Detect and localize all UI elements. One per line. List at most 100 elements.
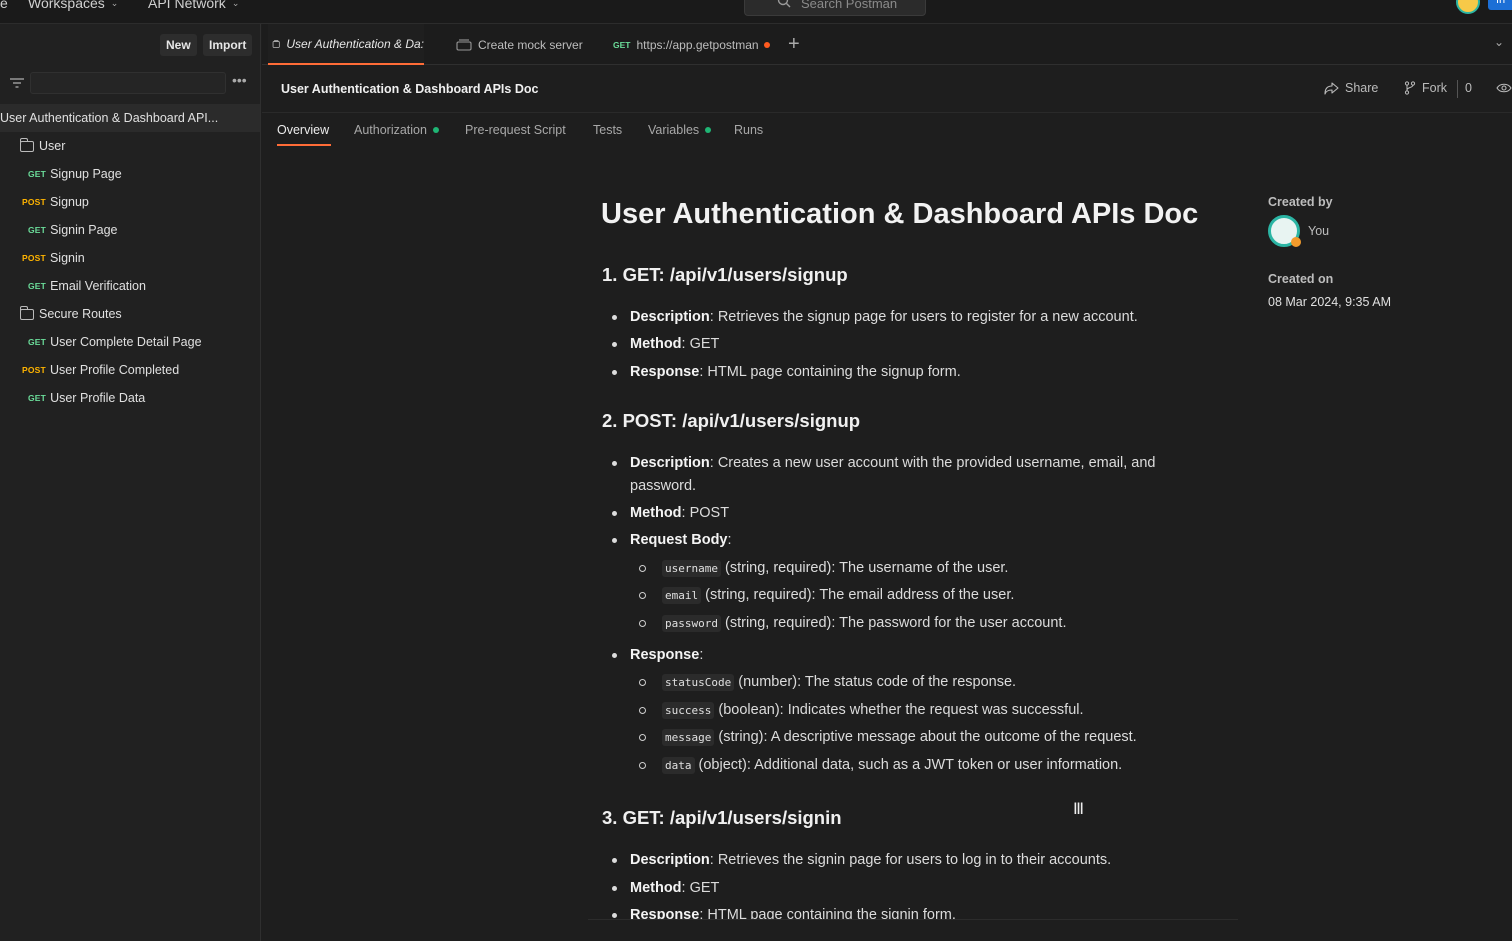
new-button[interactable]: New: [160, 34, 197, 56]
list-item: message (string): A descriptive message …: [639, 726, 1137, 749]
list-item: email (string, required): The email addr…: [638, 584, 1014, 607]
sidebar-item-signin[interactable]: POST Signin: [0, 244, 260, 272]
section-heading: 3. GET: /api/v1/users/signin: [602, 807, 842, 828]
invite-button[interactable]: In: [1488, 0, 1512, 10]
fork-button[interactable]: Fork: [1404, 81, 1447, 95]
more-options-icon[interactable]: •••: [232, 72, 250, 90]
workspaces-label: Workspaces: [28, 0, 105, 11]
tab-label: User Authentication & Da:: [286, 36, 424, 51]
api-network-label: API Network: [148, 0, 226, 11]
tab-runs[interactable]: Runs: [734, 123, 763, 137]
fork-icon: [1404, 81, 1416, 95]
section-heading: 2. POST: /api/v1/users/signup: [602, 410, 861, 431]
method-badge: GET: [28, 169, 47, 179]
method-badge: GET: [28, 337, 47, 347]
tab-create-mock-server[interactable]: Create mock server: [456, 24, 596, 65]
fork-count: 0: [1465, 81, 1472, 95]
tab-collection-overview[interactable]: User Authentication & Da:: [268, 24, 424, 65]
list-item: data (object): Additional data, such as …: [638, 754, 1122, 777]
sidebar-folder-secure-routes[interactable]: Secure Routes: [0, 300, 260, 328]
chevron-down-icon: ⌄: [231, 0, 240, 8]
share-icon: [1324, 81, 1339, 95]
doc-title: User Authentication & Dashboard APIs Doc: [601, 198, 1199, 230]
tab-label: Variables: [648, 123, 700, 137]
share-button[interactable]: Share: [1324, 81, 1378, 95]
tab-label: Runs: [734, 123, 764, 137]
tab-label: Pre-request Script: [465, 123, 566, 137]
mock-server-icon: [456, 38, 472, 51]
fork-label: Fork: [1422, 81, 1447, 95]
filter-icon[interactable]: [10, 78, 24, 90]
list-item: password (string, required): The passwor…: [638, 612, 1066, 635]
method-badge: GET: [613, 39, 631, 50]
list-item: Method: GET: [612, 877, 1190, 900]
method-badge: GET: [28, 281, 47, 291]
documentation-content: User Authentication & Dashboard APIs Doc…: [588, 160, 1238, 920]
unsaved-indicator: [764, 41, 771, 48]
plus-icon[interactable]: +: [788, 33, 800, 56]
collection-tree: User Authentication & Dashboard API... U…: [0, 104, 260, 412]
chevron-down-icon: ⌄: [110, 0, 119, 8]
list-item: username (string, required): The usernam…: [638, 557, 1008, 580]
search-placeholder: Search Postman: [801, 0, 898, 11]
status-dot: [432, 127, 439, 133]
tab-tests[interactable]: Tests: [593, 123, 622, 137]
workspaces-menu[interactable]: Workspaces ⌄: [28, 0, 118, 11]
sidebar-item-user-complete-detail-page[interactable]: GET User Complete Detail Page: [0, 328, 260, 356]
sidebar-item-signup[interactable]: POST Signup: [0, 188, 260, 216]
sidebar-item-email-verification[interactable]: GET Email Verification: [0, 272, 260, 300]
sidebar-search-input[interactable]: [30, 72, 226, 94]
home-link[interactable]: e: [0, 0, 8, 11]
tab-overview[interactable]: Overview: [277, 123, 329, 137]
top-bar: e Workspaces ⌄ API Network ⌄ Search Post…: [0, 0, 1512, 24]
folder-icon: [20, 305, 34, 320]
sidebar: New Import ••• User Authentication & Das…: [0, 24, 261, 941]
collection-subtabs: Overview Authorization Pre-request Scrip…: [262, 113, 1512, 149]
sidebar-item-label: Signup Page: [50, 167, 122, 181]
created-by-label: Created by: [1268, 195, 1333, 209]
share-label: Share: [1345, 81, 1379, 95]
created-on-label: Created on: [1268, 272, 1334, 286]
list-item: Description: Retrieves the signin page f…: [612, 849, 1190, 872]
method-badge: POST: [22, 197, 46, 207]
sidebar-folder-user[interactable]: User: [0, 132, 260, 160]
list-item: Request Body:: [612, 529, 1190, 552]
tab-authorization[interactable]: Authorization: [354, 123, 439, 137]
tab-label: Create mock server: [478, 37, 583, 52]
list-item: Response: HTML page containing the signi…: [612, 904, 1190, 919]
method-badge: POST: [22, 365, 46, 375]
folder-icon: [20, 137, 34, 152]
list-item: Response:: [612, 644, 1190, 667]
tab-label: Authorization: [354, 123, 427, 137]
active-tab-indicator: [277, 144, 331, 146]
tab-pre-request-script[interactable]: Pre-request Script: [465, 123, 566, 137]
tab-get-request[interactable]: GET https://app.getpostman: [613, 24, 773, 65]
method-badge: POST: [22, 253, 46, 263]
sidebar-item-signin-page[interactable]: GET Signin Page: [0, 216, 260, 244]
sidebar-item-user-profile-completed[interactable]: POST User Profile Completed: [0, 356, 260, 384]
api-network-menu[interactable]: API Network ⌄: [148, 0, 239, 11]
sidebar-item-label: Signup: [49, 195, 89, 209]
collection-root[interactable]: User Authentication & Dashboard API...: [0, 104, 260, 132]
watch-eye-icon[interactable]: [1496, 82, 1512, 94]
collection-root-label: User Authentication & Dashboard API...: [0, 111, 219, 125]
list-item: Method: POST: [612, 502, 1190, 525]
user-avatar[interactable]: [1456, 0, 1480, 14]
creator-avatar[interactable]: [1268, 215, 1301, 247]
tab-label: Overview: [277, 123, 330, 137]
sidebar-item-label: Secure Routes: [39, 307, 122, 321]
tab-variables[interactable]: Variables: [648, 123, 712, 137]
tab-label: Tests: [593, 123, 623, 137]
sidebar-item-user-profile-data[interactable]: GET User Profile Data: [0, 384, 260, 412]
list-item: statusCode (number): The status code of …: [638, 671, 1016, 694]
sidebar-item-signup-page[interactable]: GET Signup Page: [0, 160, 260, 188]
import-button[interactable]: Import: [203, 34, 253, 56]
global-search-input[interactable]: Search Postman: [744, 0, 926, 16]
chevron-down-icon[interactable]: ⌄: [1494, 35, 1504, 49]
sidebar-item-label: User Complete Detail Page: [50, 335, 202, 349]
text-cursor-icon: Ⅲ: [1073, 801, 1085, 818]
sidebar-item-label: Signin Page: [50, 223, 118, 237]
search-icon: [777, 0, 791, 8]
list-item: Description: Creates a new user account …: [612, 452, 1190, 498]
collection-header: User Authentication & Dashboard APIs Doc…: [262, 65, 1512, 113]
